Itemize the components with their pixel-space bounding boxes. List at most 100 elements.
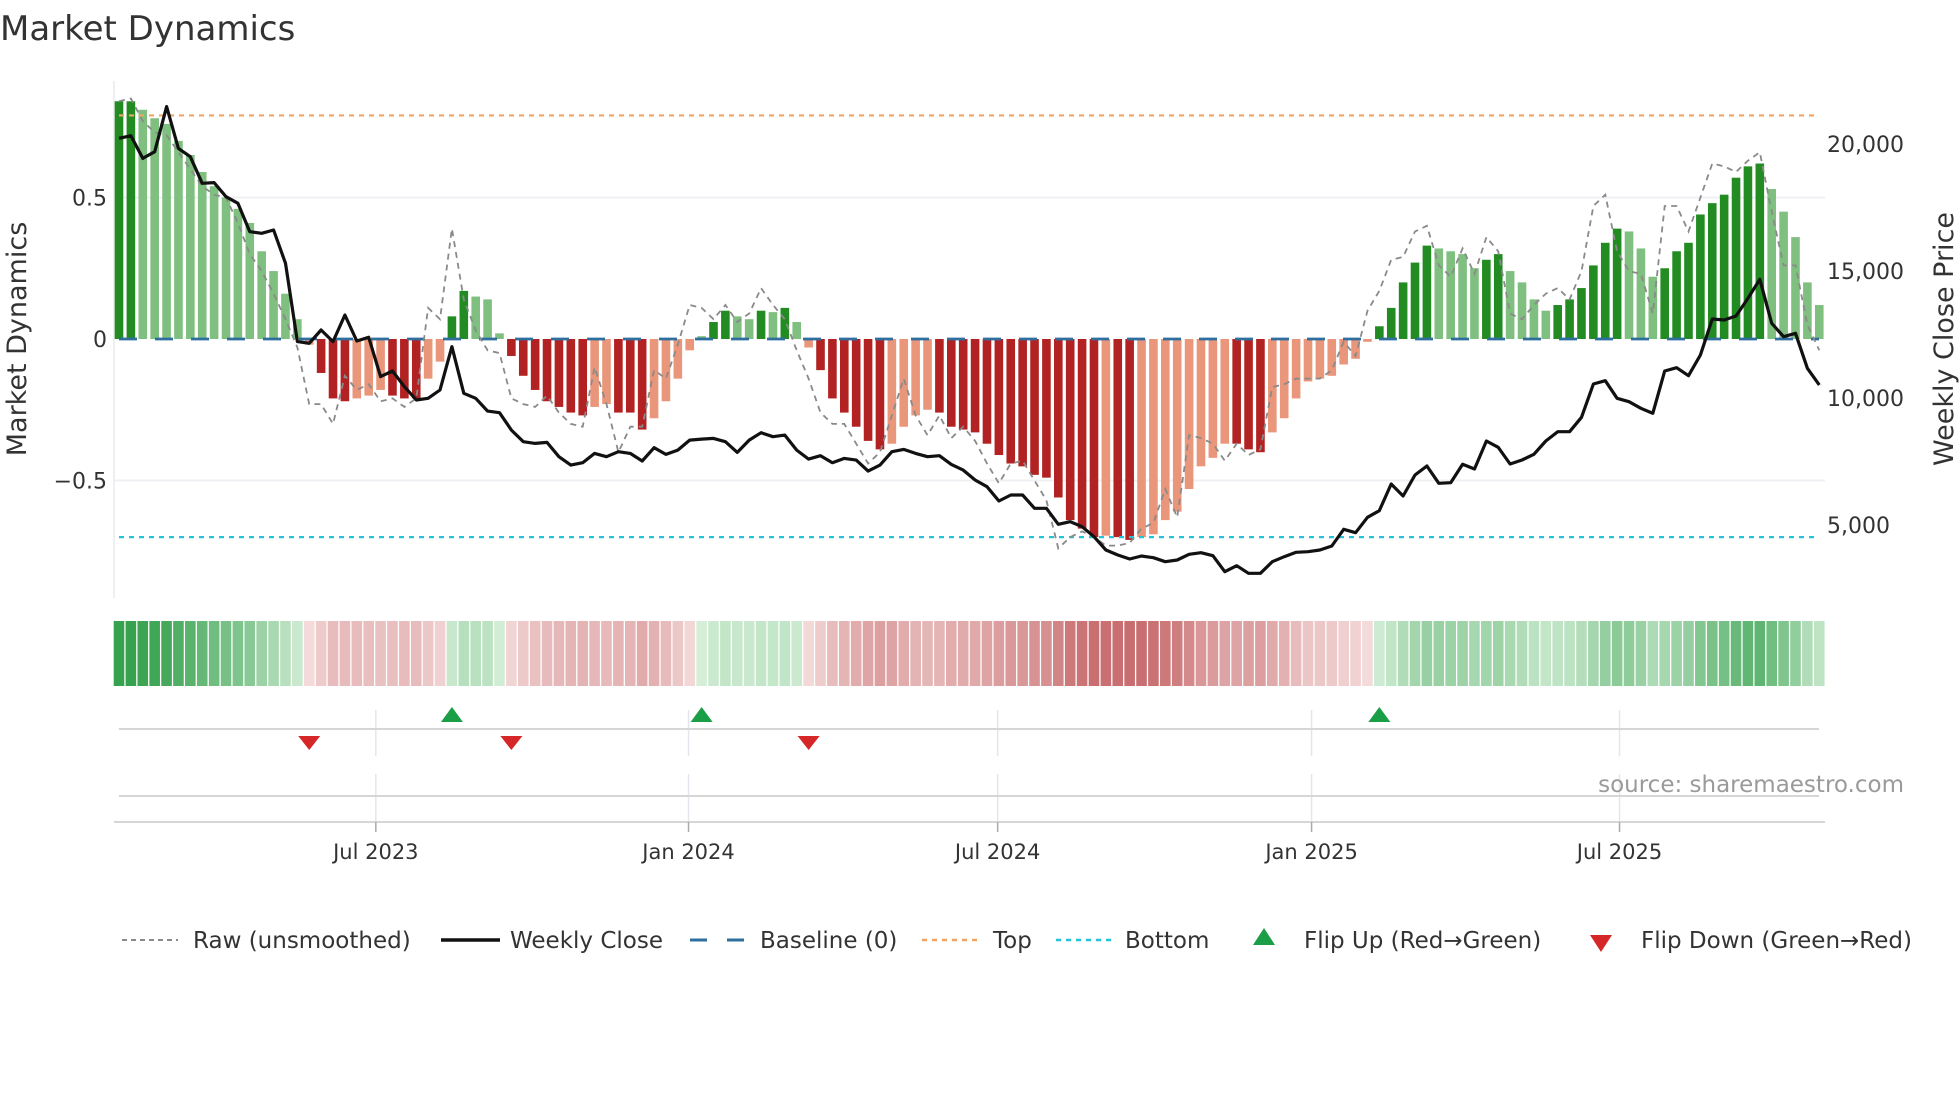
strip-cell [1041, 621, 1052, 686]
strip-cell [957, 621, 969, 686]
legend-flip-down-label: Flip Down (Green→Red) [1641, 928, 1912, 954]
histogram-bar [566, 339, 576, 413]
histogram-bar [851, 339, 861, 427]
histogram-bar [1553, 305, 1562, 339]
histogram-bar [721, 310, 730, 339]
strip-cell [125, 621, 137, 686]
histogram-bar [1493, 254, 1503, 339]
strip-cell [1124, 621, 1135, 686]
strip-cell [446, 621, 458, 686]
histogram-bar [923, 339, 932, 410]
strip-cell [1290, 621, 1302, 686]
flip-up-marker [440, 707, 463, 722]
histogram-bar [1624, 231, 1634, 339]
strip-cell [1469, 621, 1480, 686]
strip-cell [910, 621, 921, 686]
legend-top-label: Top [992, 928, 1032, 954]
strip-cell [1183, 621, 1195, 686]
strip-cell [292, 621, 303, 686]
strip-cell [482, 621, 493, 686]
strip-cell [1314, 621, 1326, 686]
strip-cell [1195, 621, 1207, 686]
strip-cell [708, 621, 719, 686]
strip-cell [1017, 621, 1028, 686]
strip-cell [327, 621, 339, 686]
y2-tick-label: 5,000 [1827, 514, 1890, 539]
histogram-bar [518, 339, 528, 376]
strip-cell [779, 621, 791, 686]
strip-cell [220, 621, 232, 686]
x-gridlines [375, 710, 1621, 822]
histogram-bar [316, 339, 326, 373]
strip-cell [1516, 621, 1528, 686]
strip-cell [1766, 621, 1778, 686]
strip-cell [303, 621, 315, 686]
histogram-bar [1054, 339, 1063, 498]
chart-title: Market Dynamics [0, 9, 295, 49]
legend-item-top: Top [922, 928, 1032, 954]
strip-cell [1445, 621, 1456, 686]
legend-item-close: Weekly Close [441, 928, 663, 954]
histogram-bar [1161, 339, 1170, 521]
strip-cell [410, 621, 422, 686]
strip-cell [648, 621, 660, 686]
histogram-bar [1089, 339, 1099, 538]
histogram-bar [221, 197, 231, 339]
histogram-bar [1446, 251, 1455, 339]
histogram-bar [1565, 299, 1574, 339]
strip-cell [113, 621, 125, 686]
histogram-bar [1398, 282, 1408, 339]
histogram-bar [1434, 248, 1444, 339]
strip-cell [517, 621, 529, 686]
strip-cell [1076, 621, 1088, 686]
y2-tick-label: 10,000 [1827, 387, 1904, 412]
legend-close-label: Weekly Close [510, 928, 663, 954]
histogram-bar [590, 339, 599, 407]
left-axis-ticks: 0.5 0 −0.5 [54, 187, 107, 495]
strip-cell [589, 621, 600, 686]
strip-cell [946, 621, 957, 686]
histogram-bar [1125, 339, 1134, 540]
y-tick-label: −0.5 [54, 470, 107, 495]
histogram-bar [1589, 265, 1598, 339]
y-tick-label: 0.5 [72, 187, 107, 212]
strip-cell [1302, 621, 1314, 686]
histogram-bar [1660, 268, 1669, 339]
strip-cell [185, 621, 196, 686]
strip-cell [731, 621, 743, 686]
strip-cell [1088, 621, 1100, 686]
histogram-bar [162, 123, 171, 339]
histogram-bar [614, 339, 623, 413]
strip-cell [1754, 621, 1766, 686]
strip-cell [1231, 621, 1242, 686]
strip-cell [720, 621, 731, 686]
histogram-bar [816, 339, 825, 371]
strip-cell [613, 621, 624, 686]
histogram-bar [1386, 307, 1396, 339]
histogram-bar [887, 339, 897, 444]
triangle-up-icon [1253, 928, 1275, 945]
strip-cell [1790, 621, 1801, 686]
strip-cell [470, 621, 481, 686]
histogram-bar [269, 271, 278, 339]
strip-cell [256, 621, 267, 686]
strip-cell [149, 621, 160, 686]
strip-cell [969, 621, 981, 686]
strip-cell [767, 621, 779, 686]
triangle-down-icon [1590, 935, 1612, 952]
histogram-bar [1422, 245, 1432, 339]
histogram-bar [625, 339, 635, 413]
histogram-bar [970, 339, 980, 433]
flip-down-marker [797, 736, 820, 750]
strip-cell [422, 621, 434, 686]
histogram-bar [1018, 339, 1027, 467]
histogram-bar [1505, 271, 1515, 339]
strip-cell [803, 621, 814, 686]
strip-cell [1338, 621, 1349, 686]
histogram-bar [899, 339, 909, 427]
histogram-bar [554, 339, 564, 407]
legend-item-bottom: Bottom [1056, 928, 1209, 954]
histogram-bar [1577, 288, 1586, 339]
strip-cell [1528, 621, 1540, 686]
strip-cell [351, 621, 363, 686]
